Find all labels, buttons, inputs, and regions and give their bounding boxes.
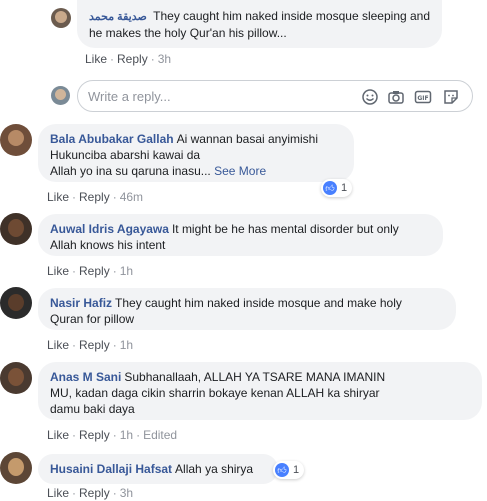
comment-bubble: صديقة محمد They caught him naked inside …: [77, 0, 442, 48]
comment-text: MU, kadan daga cikin sharrin bokaye kena…: [50, 386, 380, 400]
comment-time[interactable]: 1h: [120, 338, 133, 352]
comment-text: Quran for pillow: [50, 312, 135, 326]
comment-text: Allah knows his intent: [50, 238, 166, 252]
reaction-count[interactable]: 👍︎ 1: [321, 179, 353, 197]
comment-text: Allah ya shirya: [175, 462, 254, 476]
like-button[interactable]: Like: [47, 338, 69, 352]
comment-actions: Like · Reply · 1h: [47, 338, 134, 352]
comment-author[interactable]: Auwal Idris Agayawa: [50, 222, 169, 236]
comment-author[interactable]: Anas M Sani: [50, 370, 121, 384]
comment-actions: Like · Reply · 1h · Edited: [47, 428, 178, 442]
avatar: [51, 86, 70, 105]
comment-bubble: Anas M Sani Subhanallaah, ALLAH YA TSARE …: [38, 362, 482, 420]
comment-time[interactable]: 1h: [120, 428, 133, 442]
like-button[interactable]: Like: [47, 264, 69, 278]
reply-input[interactable]: Write a reply... GIF: [77, 80, 473, 112]
comment-author[interactable]: Bala Abubakar Gallah: [50, 132, 174, 146]
comment-author[interactable]: Husaini Dallaji Hafsat: [50, 462, 172, 476]
reply-button[interactable]: Reply: [117, 52, 148, 66]
avatar[interactable]: [0, 362, 32, 394]
comment-text: They caught him naked inside mosque and …: [115, 296, 402, 310]
comment-actions: Like · Reply · 46m: [47, 190, 144, 204]
like-button[interactable]: Like: [47, 428, 69, 442]
like-button[interactable]: Like: [85, 52, 107, 66]
camera-icon[interactable]: [387, 88, 405, 106]
avatar[interactable]: [0, 287, 32, 319]
comment-actions: Like · Reply · 3h: [47, 486, 134, 500]
sticker-icon[interactable]: [442, 88, 460, 106]
avatar[interactable]: [0, 452, 32, 484]
reply-button[interactable]: Reply: [79, 190, 110, 204]
avatar[interactable]: [0, 213, 32, 245]
comment-bubble: Nasir Hafiz They caught him naked inside …: [38, 288, 456, 330]
comment-text: damu baki daya: [50, 402, 135, 416]
comment-time[interactable]: 3h: [120, 486, 133, 500]
comment-author[interactable]: Nasir Hafiz: [50, 296, 112, 310]
reply-button[interactable]: Reply: [79, 486, 110, 500]
thumbs-up-icon: 👍︎: [275, 463, 289, 477]
comment-actions: Like · Reply · 1h: [47, 264, 134, 278]
comment-text: Hukunciba abarshi kawai da: [50, 148, 201, 162]
comment-text: Subhanallaah, ALLAH YA TSARE MANA IMANIN: [124, 370, 386, 384]
gif-icon[interactable]: GIF: [414, 88, 432, 106]
edited-label[interactable]: Edited: [143, 428, 177, 442]
comment-time[interactable]: 46m: [120, 190, 143, 204]
thumbs-up-icon: 👍︎: [323, 181, 337, 195]
reply-button[interactable]: Reply: [79, 264, 110, 278]
avatar[interactable]: [51, 8, 71, 28]
comment-bubble: Auwal Idris Agayawa It might be he has me…: [38, 214, 443, 256]
comment-time[interactable]: 1h: [120, 264, 133, 278]
reply-placeholder: Write a reply...: [88, 89, 171, 104]
like-button[interactable]: Like: [47, 486, 69, 500]
comment-text: Ai wannan basai anyimishi: [176, 132, 319, 146]
comment-text: Allah yo ina su qaruna inasu...: [50, 164, 211, 178]
comment-bubble: Husaini Dallaji Hafsat Allah ya shirya: [38, 454, 278, 484]
comment-time[interactable]: 3h: [158, 52, 171, 66]
see-more-link[interactable]: See More: [214, 164, 266, 178]
like-button[interactable]: Like: [47, 190, 69, 204]
comment-text: It might be he has mental disorder but o…: [171, 222, 399, 236]
comment-bubble: Bala Abubakar Gallah Ai wannan basai anyi…: [38, 124, 354, 182]
avatar[interactable]: [0, 124, 32, 156]
reply-button[interactable]: Reply: [79, 338, 110, 352]
comment-author[interactable]: صديقة محمد: [89, 11, 147, 23]
comment-actions: Like · Reply · 3h: [85, 52, 172, 66]
svg-text:GIF: GIF: [417, 95, 428, 102]
reaction-count[interactable]: 👍︎ 1: [273, 461, 305, 479]
emoji-icon[interactable]: [361, 88, 379, 106]
reply-button[interactable]: Reply: [79, 428, 110, 442]
